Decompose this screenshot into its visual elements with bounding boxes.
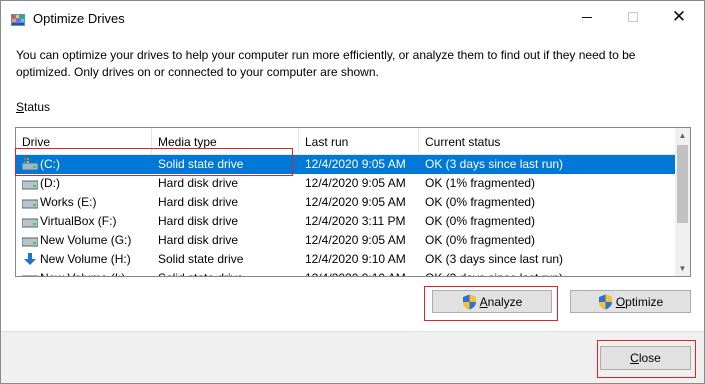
footer-bar: Close (1, 331, 704, 383)
optimize-accelerator: O (615, 294, 626, 309)
status-label-rest: tatus (24, 100, 51, 114)
scroll-up-arrow[interactable]: ▲ (675, 128, 690, 143)
media-type: Hard disk drive (158, 233, 239, 247)
optimize-label-rest: ptimize (625, 294, 664, 309)
media-type: Hard disk drive (158, 195, 239, 209)
drive-name: Works (E:) (40, 195, 97, 209)
defrag-icon (11, 14, 25, 26)
uac-shield-icon (462, 294, 476, 309)
close-label: Close (630, 351, 661, 365)
media-type: Hard disk drive (158, 176, 239, 190)
media-type: Solid state drive (158, 269, 298, 276)
drive-row[interactable]: (D:) Hard disk drive 12/4/2020 9:05 AM O… (16, 174, 676, 193)
current-status: OK (1% fragmented) (425, 176, 536, 190)
last-run: 12/4/2020 9:05 AM (305, 157, 406, 171)
drive-row[interactable]: VirtualBox (F:) Hard disk drive 12/4/202… (16, 212, 676, 231)
hard-drive-icon (22, 237, 38, 247)
column-header-media-type[interactable]: Media type (152, 128, 299, 155)
uac-shield-icon (598, 294, 612, 309)
hard-drive-icon (22, 199, 38, 209)
current-status: OK (3 days since last run) (425, 252, 564, 266)
close-accelerator: C (630, 351, 639, 365)
list-header: Drive Media type Last run Current status (16, 128, 676, 155)
last-run: 12/4/2020 9:05 AM (305, 233, 406, 247)
analyze-label-rest: nalyze (487, 294, 523, 309)
drive-name: (C:) (40, 157, 60, 171)
description-text: You can optimize your drives to help you… (16, 48, 636, 79)
scroll-down-arrow[interactable]: ▼ (675, 261, 690, 276)
column-header-last-run[interactable]: Last run (299, 128, 419, 155)
hard-drive-icon (22, 180, 38, 190)
optimize-button[interactable]: Optimize (570, 290, 691, 313)
drive-row[interactable]: Works (E:) Hard disk drive 12/4/2020 9:0… (16, 193, 676, 212)
last-run: 12/4/2020 9:10 AM (305, 269, 421, 276)
vertical-scrollbar[interactable]: ▲ ▼ (675, 128, 690, 276)
hard-drive-icon (22, 275, 38, 276)
media-type: Solid state drive (158, 252, 244, 266)
drives-list[interactable]: Drive Media type Last run Current status… (15, 127, 691, 277)
last-run: 12/4/2020 9:05 AM (305, 176, 406, 190)
current-status: OK (0% fragmented) (425, 233, 536, 247)
current-status: OK (3 days since last run) (425, 157, 564, 171)
system-drive-icon (22, 158, 38, 171)
status-label: Status (16, 100, 50, 114)
last-run: 12/4/2020 9:05 AM (305, 195, 406, 209)
maximize-icon (628, 12, 638, 22)
drive-name: New Volume (I:) (40, 269, 152, 276)
current-status: OK (0% fragmented) (425, 195, 536, 209)
close-window-button[interactable]: ✕ (656, 1, 702, 33)
column-header-drive[interactable]: Drive (16, 128, 152, 155)
close-label-rest: lose (638, 351, 661, 365)
title-bar[interactable]: Optimize Drives ✕ (1, 1, 704, 37)
media-type: Hard disk drive (158, 214, 239, 228)
drive-row[interactable]: New Volume (H:) Solid state drive 12/4/2… (16, 250, 676, 269)
close-icon: ✕ (671, 6, 687, 27)
maximize-button[interactable] (610, 1, 656, 33)
drive-name: (D:) (40, 176, 60, 190)
analyze-accelerator: A (479, 294, 488, 309)
optimize-drives-window: Optimize Drives ✕ You can optimize your … (0, 0, 705, 384)
minimize-button[interactable] (564, 1, 610, 33)
status-label-accelerator: S (16, 100, 25, 114)
window-title: Optimize Drives (33, 11, 125, 26)
minimize-icon (582, 16, 592, 18)
column-header-current-status[interactable]: Current status (419, 128, 676, 155)
hard-drive-icon (22, 218, 38, 228)
drive-row[interactable]: New Volume (I:) Solid state drive 12/4/2… (16, 269, 676, 276)
drive-row[interactable]: (C:) Solid state drive 12/4/2020 9:05 AM… (16, 155, 676, 174)
download-drive-icon (24, 253, 36, 265)
analyze-label: Analyze (480, 295, 523, 309)
scroll-thumb[interactable] (677, 145, 688, 223)
media-type: Solid state drive (158, 157, 244, 171)
optimize-label: Optimize (616, 295, 663, 309)
drive-name: New Volume (G:) (40, 233, 132, 247)
drive-name: VirtualBox (F:) (40, 214, 117, 228)
drive-row[interactable]: New Volume (G:) Hard disk drive 12/4/202… (16, 231, 676, 250)
analyze-button[interactable]: Analyze (432, 290, 552, 313)
current-status: OK (3 days since last run) (425, 269, 665, 276)
last-run: 12/4/2020 3:11 PM (305, 214, 406, 228)
drive-name: New Volume (H:) (40, 252, 131, 266)
current-status: OK (0% fragmented) (425, 214, 536, 228)
last-run: 12/4/2020 9:10 AM (305, 252, 406, 266)
close-button[interactable]: Close (600, 346, 691, 370)
